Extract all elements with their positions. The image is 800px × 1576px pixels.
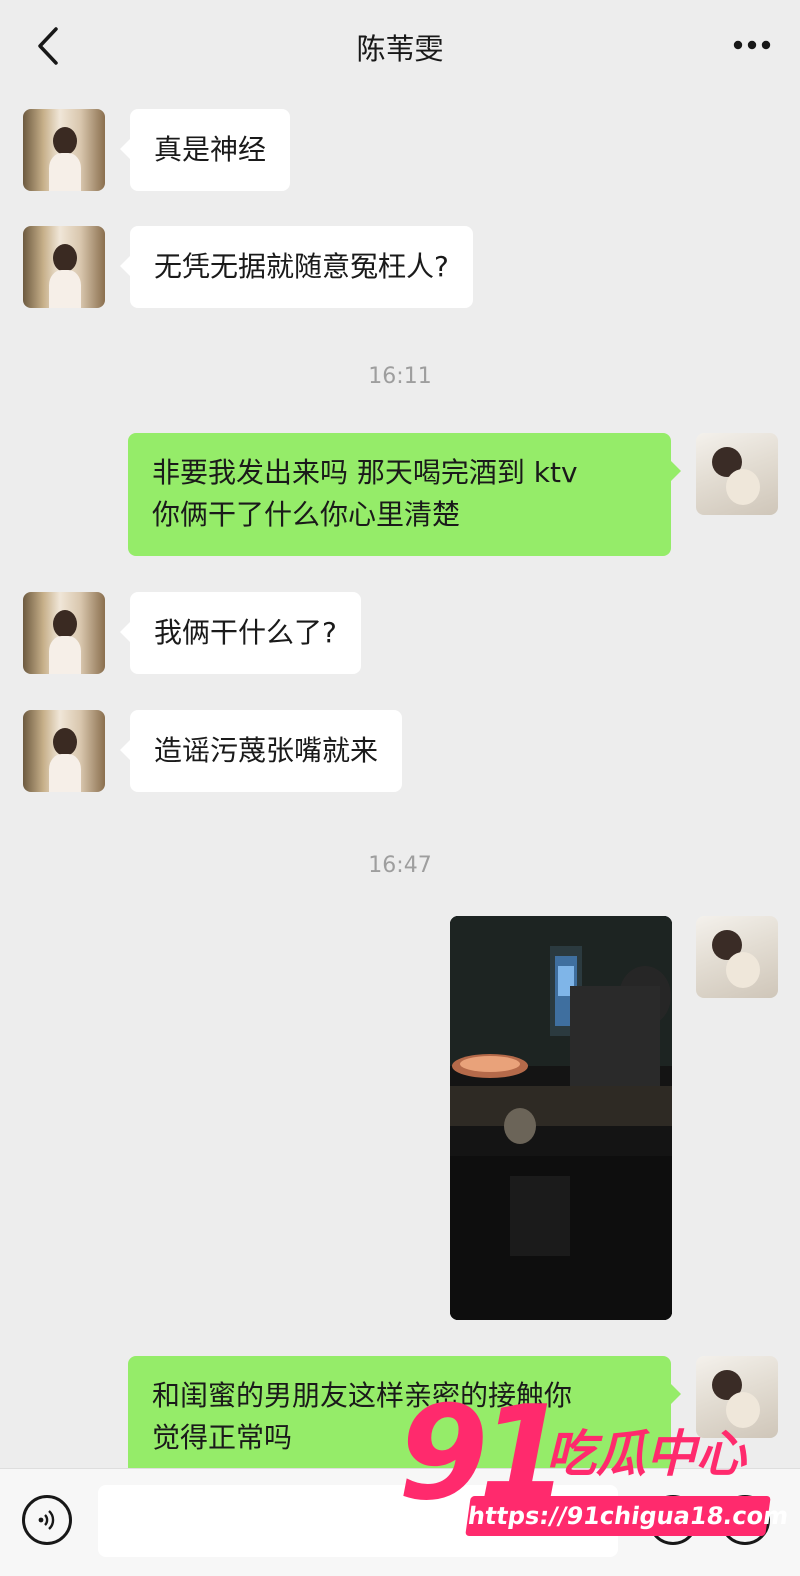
self-avatar[interactable] xyxy=(696,433,778,515)
message-bubble[interactable]: 真是神经 xyxy=(119,109,291,191)
message-bubble[interactable]: 和闺蜜的男朋友这样亲密的接触你 觉得正常吗 xyxy=(128,1356,681,1479)
contact-avatar[interactable] xyxy=(23,592,105,674)
message-text-line: 觉得正常吗 xyxy=(152,1421,293,1454)
message-text: 我俩干什么了? xyxy=(154,616,337,649)
more-button[interactable] xyxy=(732,30,772,60)
input-bar xyxy=(0,1468,800,1576)
message-text: 无凭无据就随意冤枉人? xyxy=(154,250,449,283)
message-text-line: 非要我发出来吗 那天喝完酒到 ktv xyxy=(152,456,578,489)
chat-title: 陈苇雯 xyxy=(356,32,444,66)
plus-button[interactable] xyxy=(720,1495,770,1545)
more-dots-icon xyxy=(733,40,771,50)
emoji-button[interactable] xyxy=(648,1495,698,1545)
message-text-line: 你俩干了什么你心里清楚 xyxy=(152,498,461,531)
message-bubble[interactable]: 无凭无据就随意冤枉人? xyxy=(120,226,473,308)
photo-message[interactable] xyxy=(450,916,672,1320)
chat-header: 陈苇雯 xyxy=(0,0,800,90)
voice-icon xyxy=(38,1510,55,1530)
message-bubble[interactable]: 我俩干什么了? xyxy=(120,592,361,674)
contact-avatar[interactable] xyxy=(23,710,105,792)
self-avatar[interactable] xyxy=(696,1356,778,1438)
self-avatar[interactable] xyxy=(696,916,778,998)
voice-button[interactable] xyxy=(22,1495,72,1545)
contact-avatar[interactable] xyxy=(23,226,105,308)
message-text: 真是神经 xyxy=(154,133,267,166)
message-bubble[interactable]: 造谣污蔑张嘴就来 xyxy=(119,710,403,792)
message-bubble[interactable]: 非要我发出来吗 那天喝完酒到 ktv 你俩干了什么你心里清楚 xyxy=(128,433,681,556)
timestamp: 16:47 xyxy=(368,853,432,878)
timestamp: 16:11 xyxy=(368,364,432,389)
message-text: 造谣污蔑张嘴就来 xyxy=(154,734,379,767)
contact-avatar[interactable] xyxy=(23,109,105,191)
message-text-line: 和闺蜜的男朋友这样亲密的接触你 xyxy=(152,1379,573,1412)
message-input[interactable] xyxy=(98,1485,618,1557)
photo-content xyxy=(450,916,672,1320)
